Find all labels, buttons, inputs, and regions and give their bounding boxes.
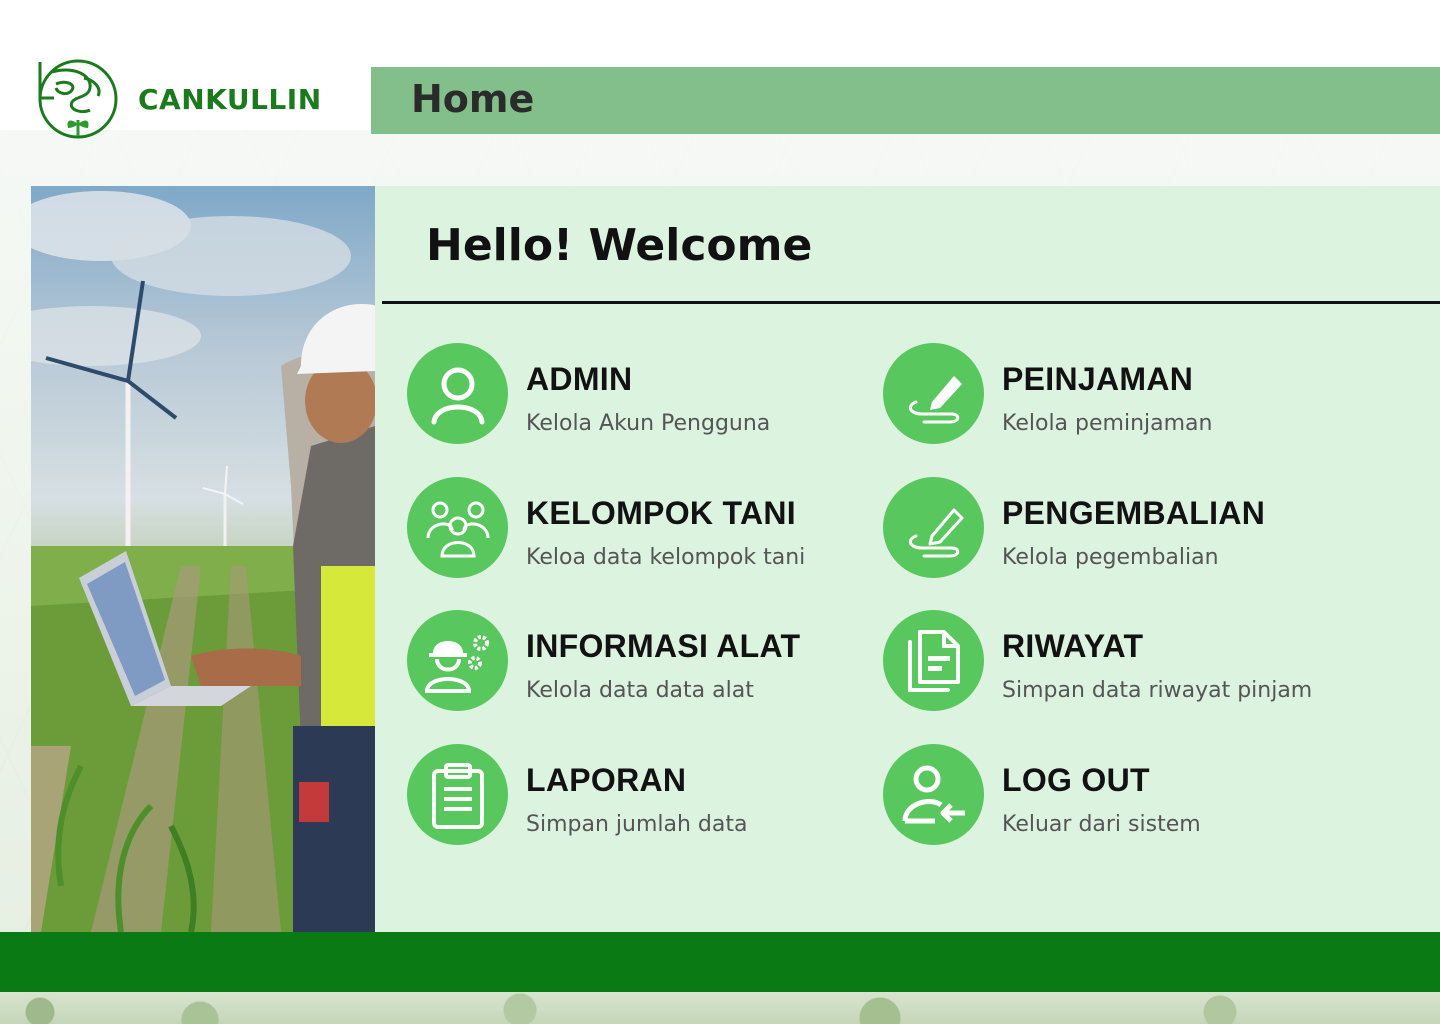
hero-image	[31, 186, 375, 932]
pencil-outline-icon	[883, 477, 984, 578]
user-logout-icon	[883, 744, 984, 845]
menu-item-peinjaman[interactable]: PEINJAMAN Kelola peminjaman	[883, 343, 1343, 447]
menu-item-admin[interactable]: ADMIN Kelola Akun Pengguna	[407, 343, 867, 447]
pencil-signature-icon	[883, 343, 984, 444]
menu-item-riwayat[interactable]: RIWAYAT Simpan data riwayat pinjam	[883, 610, 1343, 714]
menu-title: ADMIN	[526, 361, 633, 397]
divider	[382, 301, 1440, 304]
menu-title: LAPORAN	[526, 762, 687, 798]
menu-item-informasi-alat[interactable]: INFORMASI ALAT Kelola data data alat	[407, 610, 867, 714]
menu-subtitle: Kelola pegembalian	[1002, 545, 1219, 570]
menu-item-log-out[interactable]: LOG OUT Keluar dari sistem	[883, 744, 1343, 848]
brand-name: CANKULLIN	[138, 82, 322, 116]
user-icon	[407, 343, 508, 444]
menu-subtitle: Keloa data kelompok tani	[526, 545, 806, 570]
menu-title: RIWAYAT	[1002, 628, 1144, 664]
footer-bar	[0, 932, 1440, 992]
brand-logo[interactable]: CANKULLIN	[32, 58, 332, 140]
welcome-heading: Hello! Welcome	[426, 220, 813, 271]
menu-subtitle: Keluar dari sistem	[1002, 812, 1201, 837]
logo-icon	[38, 59, 118, 139]
menu-title: KELOMPOK TANI	[526, 495, 796, 531]
menu-subtitle: Simpan jumlah data	[526, 812, 748, 837]
top-bar: Home	[371, 67, 1440, 134]
menu-item-laporan[interactable]: LAPORAN Simpan jumlah data	[407, 744, 867, 848]
menu-subtitle: Simpan data riwayat pinjam	[1002, 678, 1313, 703]
menu-subtitle: Kelola Akun Pengguna	[526, 411, 771, 436]
documents-icon	[883, 610, 984, 711]
page-background-bottom	[0, 992, 1440, 1024]
menu-title: PENGEMBALIAN	[1002, 495, 1266, 531]
worker-gear-icon	[407, 610, 508, 711]
group-icon	[407, 477, 508, 578]
clipboard-icon	[407, 744, 508, 845]
menu-title: INFORMASI ALAT	[526, 628, 801, 664]
menu-title: PEINJAMAN	[1002, 361, 1194, 397]
menu-title: LOG OUT	[1002, 762, 1150, 798]
menu-item-kelompok-tani[interactable]: KELOMPOK TANI Keloa data kelompok tani	[407, 477, 867, 581]
menu-item-pengembalian[interactable]: PENGEMBALIAN Kelola pegembalian	[883, 477, 1343, 581]
main-panel: Hello! Welcome ADMIN Kelola Akun Penggun…	[375, 186, 1440, 932]
menu-subtitle: Kelola peminjaman	[1002, 411, 1213, 436]
page-title: Home	[411, 77, 535, 121]
menu-subtitle: Kelola data data alat	[526, 678, 754, 703]
